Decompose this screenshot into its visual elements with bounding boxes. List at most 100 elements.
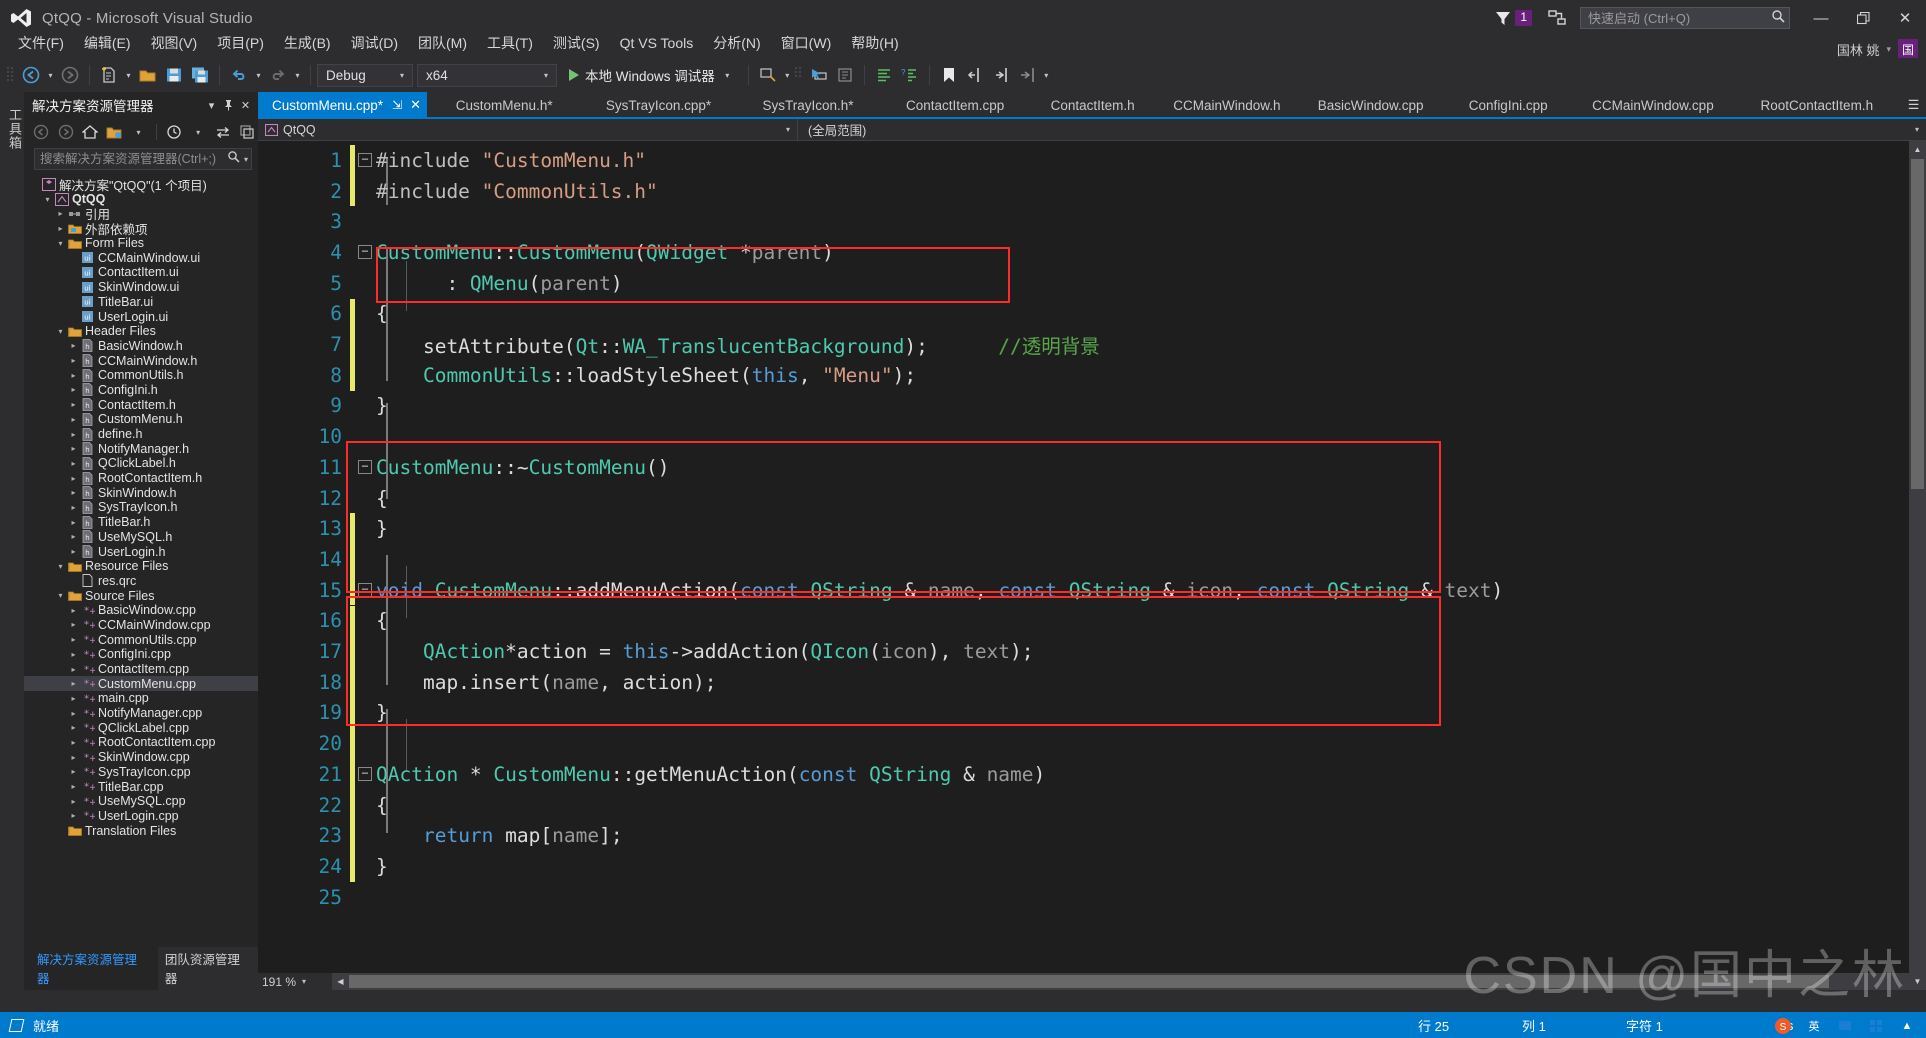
tree-item-sourcefiles[interactable]: ▾ Source Files [24,588,258,603]
code-line[interactable]: 10 [258,421,1888,452]
chinese-icon[interactable]: 英 [1803,1016,1825,1036]
tree-item-userlogin.cpp[interactable]: ▸ * + UserLogin.cpp [24,809,258,824]
bookmark-icon[interactable] [936,63,962,87]
editor-tab-custommenu.cpp[interactable]: CustomMenu.cpp* ⇲ ✕ [258,92,428,118]
fold-toggle-icon[interactable]: − [358,460,372,474]
tree-item-rootcontactitem.h[interactable]: ▸ h RootContactItem.h [24,471,258,486]
code-line[interactable]: 25 [258,882,1888,913]
tree-item-qtqq1[interactable]: 解决方案"QtQQ"(1 个项目) [24,177,258,193]
new-item-icon[interactable] [96,63,122,87]
expand-arrow-icon[interactable]: ▸ [67,444,80,453]
expand-arrow-icon[interactable]: ▸ [67,459,80,468]
tree-item-custommenu.cpp[interactable]: ▸ * + CustomMenu.cpp [24,676,258,692]
expand-arrow-icon[interactable]: ▸ [54,224,67,233]
scroll-down-icon[interactable]: ▼ [1909,973,1926,990]
tree-item-titlebar.cpp[interactable]: ▸ * + TitleBar.cpp [24,779,258,794]
pin-icon[interactable] [220,96,237,114]
editor-tab-systrayicon.cpp[interactable]: SysTrayIcon.cpp* [581,92,735,118]
tree-item-skinwindow.cpp[interactable]: ▸ * + SkinWindow.cpp [24,750,258,765]
select-element-icon[interactable] [806,63,832,87]
expand-arrow-icon[interactable]: ▸ [67,415,80,424]
code-line[interactable]: 24} [258,851,1888,882]
tree-item-qclicklabel.h[interactable]: ▸ h QClickLabel.h [24,456,258,471]
menu-item-qt-vs-tools[interactable]: Qt VS Tools [610,32,704,54]
zoom-level-combo[interactable]: 191 % ▾ [258,973,332,990]
tree-item-commonutils.h[interactable]: ▸ h CommonUtils.h [24,368,258,383]
expand-arrow-icon[interactable]: ▸ [67,400,80,409]
quick-launch-input[interactable] [1588,10,1771,26]
expand-arrow-icon[interactable]: ▸ [67,709,80,718]
home-icon[interactable] [79,121,101,143]
expand-arrow-icon[interactable]: ▸ [54,209,67,218]
fold-toggle-icon[interactable]: − [358,767,372,781]
tree-item-titlebar.ui[interactable]: ui TitleBar.ui [24,295,258,310]
tree-item-translationfiles[interactable]: Translation Files [24,823,258,838]
restore-button[interactable] [1842,3,1884,33]
outdent-icon[interactable] [1014,63,1040,87]
tree-item-basicwindow.h[interactable]: ▸ h BasicWindow.h [24,339,258,354]
expand-collapse-icon[interactable]: ▾ [54,591,67,600]
settings-icon[interactable] [1865,1016,1887,1036]
tree-item-contactitem.cpp[interactable]: ▸ * + ContactItem.cpp [24,662,258,677]
tree-item-res.qrc[interactable]: res.qrc [24,574,258,589]
menu-item-test[interactable]: 测试(S) [543,30,610,56]
notification-badge[interactable]: 1 [1515,10,1532,26]
tree-item-define.h[interactable]: ▸ h define.h [24,427,258,442]
code-line[interactable]: 23 return map[name]; [258,820,1888,851]
editor-tab-basicwindow.cpp[interactable]: BasicWindow.cpp [1298,92,1443,118]
search-input[interactable] [40,152,227,166]
editor-tab-custommenu.h[interactable]: CustomMenu.h* [427,92,581,118]
tree-item-usemysql.cpp[interactable]: ▸ * + UseMySQL.cpp [24,794,258,809]
editor-tab-contactitem.h[interactable]: ContactItem.h [1030,92,1156,118]
pending-changes-icon[interactable] [163,121,185,143]
chevron-down-icon[interactable]: ▾ [187,121,209,143]
network-icon[interactable] [1834,1016,1856,1036]
search-options-caret-icon[interactable]: ▾ [240,155,248,164]
code-line[interactable]: 14 [258,544,1888,575]
nav-back-icon[interactable] [18,63,44,87]
menu-item-edit[interactable]: 编辑(E) [74,30,141,56]
indent-increase-icon[interactable] [988,63,1014,87]
expand-collapse-icon[interactable]: ▾ [54,562,67,571]
editor-vertical-scrollbar[interactable]: ▲ ▼ [1909,141,1926,990]
tree-item-headerfiles[interactable]: ▾ Header Files [24,324,258,339]
toolbox-label[interactable]: 工具箱 [5,108,24,150]
properties-icon[interactable] [236,121,258,143]
expand-arrow-icon[interactable]: ▸ [67,532,80,541]
tree-item-custommenu.h[interactable]: ▸ h CustomMenu.h [24,412,258,427]
code-line[interactable]: 4− CustomMenu::CustomMenu(QWidget *parent… [258,237,1888,268]
search-icon[interactable] [1771,9,1785,28]
code-line[interactable]: 12 { [258,483,1888,514]
code-editor[interactable]: 1− #include "CustomMenu.h" 2 #include "Comm… [258,141,1909,990]
menu-item-window[interactable]: 窗口(W) [771,30,842,56]
expand-collapse-icon[interactable]: ▾ [54,327,67,336]
tab-team-explorer[interactable]: 团队资源管理器 [157,947,258,990]
tab-solution-explorer[interactable]: 解决方案资源管理器 [30,947,155,990]
tree-item-[interactable]: ▸ 外部依赖项 [24,221,258,237]
expand-arrow-icon[interactable]: ▸ [67,341,80,350]
tree-item-skinwindow.h[interactable]: ▸ h SkinWindow.h [24,485,258,500]
editor-tab-ccmainwindow.h[interactable]: CCMainWindow.h [1155,92,1298,118]
tree-item-systrayicon.h[interactable]: ▸ h SysTrayIcon.h [24,500,258,515]
quick-launch-box[interactable] [1580,7,1790,29]
expand-arrow-icon[interactable]: ▸ [67,356,80,365]
code-line[interactable]: 13} [258,513,1888,544]
expand-arrow-icon[interactable]: ▸ [67,488,80,497]
code-line[interactable]: 19} [258,698,1888,729]
expand-arrow-icon[interactable]: ▸ [67,665,80,674]
code-line[interactable]: 11− CustomMenu::~CustomMenu() [258,452,1888,483]
solution-explorer-search[interactable]: ▾ [34,148,252,170]
chevron-down-icon[interactable]: ▾ [536,71,556,80]
notifications-icon[interactable]: ▲ [1896,1016,1918,1036]
nav-back-caret-icon[interactable]: ▾ [44,63,57,87]
close-button[interactable]: ✕ [1884,3,1926,33]
editor-tab-contactitem.cpp[interactable]: ContactItem.cpp [880,92,1030,118]
comment-icon[interactable] [871,63,897,87]
code-line[interactable]: 3 [258,206,1888,237]
menu-item-view[interactable]: 视图(V) [141,30,208,56]
tree-item-ccmainwindow.cpp[interactable]: ▸ * + CCMainWindow.cpp [24,618,258,633]
tree-item-commonutils.cpp[interactable]: ▸ * + CommonUtils.cpp [24,632,258,647]
pin-tab-icon[interactable]: ⇲ [392,98,402,112]
tree-item-usemysql.h[interactable]: ▸ h UseMySQL.h [24,530,258,545]
funnel-icon[interactable] [1493,8,1513,28]
